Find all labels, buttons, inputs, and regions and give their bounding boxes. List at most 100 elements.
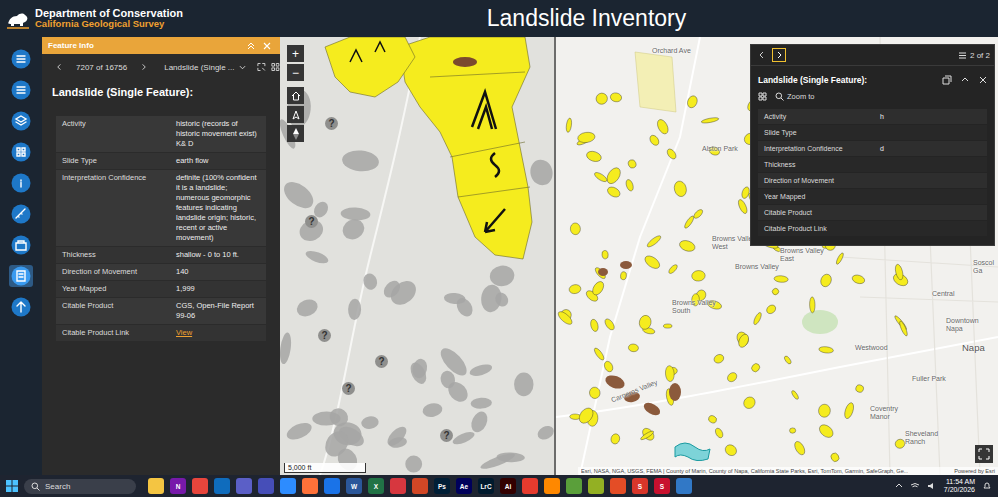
taskbar-app[interactable]	[148, 478, 164, 494]
landslide-area[interactable]	[638, 314, 652, 330]
landslide-area[interactable]	[320, 427, 353, 461]
landslide-area[interactable]	[325, 37, 415, 97]
landslide-area[interactable]	[640, 430, 655, 441]
landslide-area[interactable]	[851, 274, 866, 286]
landslide-area[interactable]	[341, 149, 379, 173]
landslide-area[interactable]	[625, 179, 635, 192]
landslide-area[interactable]	[535, 423, 556, 442]
landslide-area[interactable]	[713, 353, 726, 365]
collapse-icon[interactable]	[246, 41, 256, 51]
landslide-area[interactable]	[453, 57, 477, 67]
landslide-area[interactable]	[381, 278, 404, 301]
landslide-area[interactable]	[692, 208, 704, 220]
zoom-out-button[interactable]: −	[287, 64, 304, 81]
rail-item[interactable]	[9, 203, 33, 225]
fullscreen-button[interactable]	[975, 445, 993, 463]
zoom-in-button[interactable]: +	[287, 45, 304, 62]
landslide-area[interactable]	[604, 373, 627, 391]
landslide-area[interactable]	[843, 402, 855, 420]
landslide-area[interactable]	[468, 362, 493, 378]
taskbar-app[interactable]	[324, 478, 340, 494]
rail-item[interactable]	[9, 296, 33, 318]
landslide-area[interactable]	[683, 215, 695, 230]
landslide-area[interactable]	[818, 404, 831, 418]
taskbar-app[interactable]	[236, 478, 252, 494]
taskbar-app[interactable]	[544, 478, 560, 494]
taskbar-search[interactable]: Search	[24, 479, 136, 494]
landslide-area[interactable]	[648, 134, 661, 147]
landslide-area[interactable]	[590, 280, 606, 297]
taskbar-app[interactable]: X	[368, 478, 384, 494]
landslide-area[interactable]	[610, 92, 623, 103]
landslide-area[interactable]	[610, 433, 621, 445]
landslide-area[interactable]	[701, 117, 719, 124]
landslide-area[interactable]	[594, 266, 607, 280]
landslide-area[interactable]	[691, 270, 705, 282]
landslide-area[interactable]	[421, 401, 443, 418]
zoom-to-button[interactable]: Zoom to	[775, 92, 815, 101]
landslide-area[interactable]	[284, 419, 314, 442]
landslide-area[interactable]	[604, 165, 623, 186]
rail-item[interactable]	[9, 265, 33, 287]
landslide-area[interactable]	[665, 147, 677, 160]
landslide-area[interactable]	[663, 324, 672, 328]
landslide-area[interactable]	[640, 426, 656, 442]
landslide-area[interactable]	[726, 371, 739, 384]
taskbar-app[interactable]	[676, 478, 692, 494]
rail-item[interactable]	[9, 234, 33, 256]
taskbar-app[interactable]	[566, 478, 582, 494]
landslide-area[interactable]	[577, 131, 596, 143]
landslide-area[interactable]	[489, 264, 516, 288]
taskbar-app[interactable]	[522, 478, 538, 494]
landslide-area[interactable]	[585, 150, 602, 164]
collapse-icon[interactable]	[960, 75, 970, 85]
map-view[interactable]: ??????Orchard AveAlston ParkBrowns Valle…	[280, 37, 998, 475]
landslide-area[interactable]	[714, 427, 724, 439]
taskbar-app[interactable]	[280, 478, 296, 494]
landslide-area[interactable]	[765, 303, 777, 315]
landslide-area[interactable]	[280, 332, 293, 365]
landslide-area[interactable]	[620, 261, 632, 269]
landslide-area[interactable]	[667, 263, 678, 274]
landslide-area[interactable]	[348, 299, 362, 321]
layer-select[interactable]: Landslide (Single ...	[152, 63, 234, 72]
landslide-area[interactable]	[594, 91, 609, 106]
landslide-area[interactable]	[628, 344, 639, 353]
landslide-area[interactable]	[603, 317, 616, 331]
landslide-area[interactable]	[642, 400, 663, 418]
taskbar-app[interactable]	[610, 478, 626, 494]
dock-icon[interactable]	[942, 75, 952, 85]
landslide-area[interactable]	[405, 455, 422, 472]
landslide-area[interactable]	[451, 429, 476, 446]
previous-icon[interactable]	[56, 63, 63, 71]
landslide-area[interactable]	[388, 436, 408, 449]
landslide-area[interactable]	[665, 365, 675, 382]
landslide-area[interactable]	[835, 252, 844, 265]
landslide-area[interactable]	[470, 397, 492, 409]
taskbar-app[interactable]: Ae	[456, 478, 472, 494]
rail-item[interactable]	[9, 141, 33, 163]
landslide-area[interactable]	[570, 223, 581, 235]
landslide-area[interactable]	[809, 297, 815, 313]
landslide-area[interactable]	[627, 159, 637, 170]
landslide-area[interactable]	[673, 180, 688, 198]
view-link[interactable]: View	[176, 328, 192, 337]
grid-icon[interactable]	[758, 92, 767, 101]
chevron-up-icon[interactable]	[895, 482, 903, 490]
previous-button[interactable]	[755, 48, 769, 62]
selected-landslide[interactable]	[675, 443, 710, 461]
clock[interactable]: 11:54 AM7/20/2026	[944, 478, 975, 494]
landslide-area[interactable]	[493, 290, 511, 309]
rail-item[interactable]	[9, 110, 33, 132]
landslide-area[interactable]	[793, 440, 807, 457]
close-icon[interactable]	[978, 75, 988, 85]
landslide-area[interactable]	[556, 309, 574, 326]
landslide-area[interactable]	[598, 268, 608, 276]
landslide-area[interactable]	[384, 424, 409, 450]
landslide-area[interactable]	[576, 405, 595, 425]
select-icon[interactable]	[257, 62, 266, 72]
landslide-area[interactable]	[855, 384, 865, 394]
taskbar-app[interactable]: LrC	[478, 478, 494, 494]
taskbar-app[interactable]	[412, 478, 428, 494]
taskbar-app[interactable]: S	[654, 478, 670, 494]
